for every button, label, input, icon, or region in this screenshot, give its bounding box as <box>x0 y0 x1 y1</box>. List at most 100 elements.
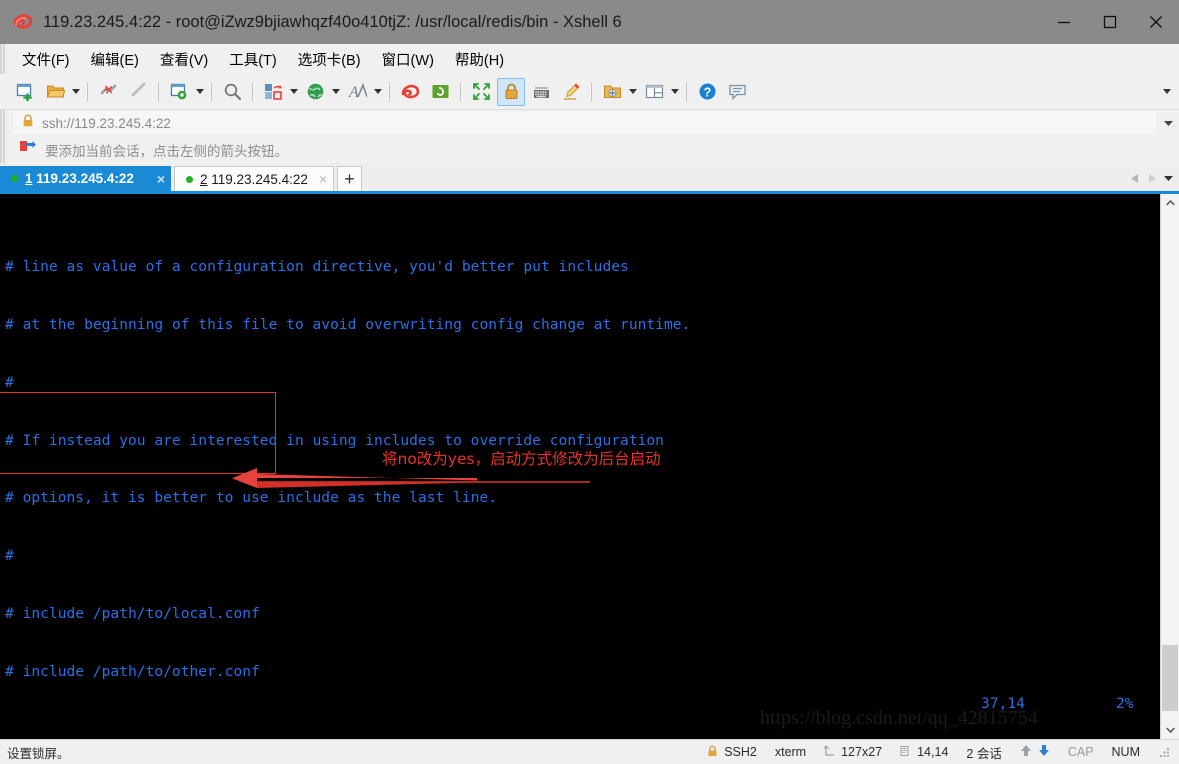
flag-arrow-icon <box>19 140 36 159</box>
find-icon[interactable] <box>218 78 246 106</box>
properties-icon[interactable] <box>165 78 193 106</box>
status-sessions: 2 会话 <box>966 746 1002 761</box>
highlight-icon[interactable] <box>557 78 585 106</box>
toolbar-separator <box>252 81 253 102</box>
terminal-line: # <box>5 373 14 391</box>
toolbar-separator <box>211 81 212 102</box>
new-tab-button[interactable]: + <box>337 166 362 191</box>
address-dropdown-icon[interactable] <box>1157 112 1179 134</box>
window-title: 119.23.245.4:22 - root@iZwz9bjiawhqzf40o… <box>43 12 622 31</box>
svg-text:A: A <box>348 84 359 101</box>
status-term-type: xterm <box>774 745 807 759</box>
font-dropdown-icon[interactable] <box>372 79 384 105</box>
transfer-dropdown-icon[interactable] <box>288 79 300 105</box>
status-transfer-indicators <box>1011 744 1059 760</box>
new-session-icon[interactable] <box>11 78 39 106</box>
menu-window[interactable]: 窗口(W) <box>382 46 445 73</box>
address-input[interactable]: ssh://119.23.245.4:22 <box>12 111 1157 135</box>
scrollbar-track[interactable] <box>1161 212 1179 721</box>
tab-session-1[interactable]: 1 119.23.245.4:22 × <box>0 166 171 191</box>
lock-icon[interactable] <box>497 77 525 106</box>
lock-icon <box>707 745 721 759</box>
toolbar-separator <box>460 81 461 102</box>
transfer-icon[interactable] <box>259 78 287 106</box>
add-folder-icon[interactable] <box>598 78 626 106</box>
toolbar-overflow-icon[interactable] <box>1159 78 1175 104</box>
tab-close-icon-2[interactable]: × <box>319 171 327 187</box>
menu-file[interactable]: 文件(F) <box>22 46 81 73</box>
tab-label-1: 1 119.23.245.4:22 <box>25 171 134 186</box>
scrollbar-down-button[interactable] <box>1161 721 1179 739</box>
layout-icon[interactable] <box>640 78 668 106</box>
annotation-text: 将no改为yes，启动方式修改为后台启动 <box>382 450 661 468</box>
tab-session-2[interactable]: 2 119.23.245.4:22 × <box>174 166 334 191</box>
disconnect-icon[interactable] <box>94 78 122 106</box>
globe-dropdown-icon[interactable] <box>330 79 342 105</box>
globe-icon[interactable] <box>301 78 329 106</box>
tab-list-dropdown-icon[interactable] <box>1160 169 1177 187</box>
title-bar: 119.23.245.4:22 - root@iZwz9bjiawhqzf40o… <box>0 0 1179 44</box>
terminal-line: # include /path/to/other.conf <box>5 663 260 681</box>
tab-bar-controls <box>1126 169 1177 187</box>
terminal-cursor-position: 37,14 <box>981 695 1025 712</box>
terminal-line: # include /path/to/local.conf <box>5 605 260 623</box>
reconnect-icon[interactable] <box>124 78 152 106</box>
minimize-button[interactable] <box>1041 0 1087 44</box>
xshell-icon <box>12 11 34 33</box>
xftp-icon[interactable] <box>426 78 454 106</box>
notice-bar: 要添加当前会话，点击左侧的箭头按钮。 <box>0 136 1179 163</box>
scrollbar-up-button[interactable] <box>1161 194 1179 212</box>
keyboard-icon[interactable] <box>527 78 555 106</box>
toolbar: A ? <box>0 74 1179 110</box>
status-num-lock: NUM <box>1111 745 1140 759</box>
terminal-line: # at the beginning of this file to avoid… <box>5 315 691 333</box>
menu-tools[interactable]: 工具(T) <box>229 46 288 73</box>
close-button[interactable] <box>1133 0 1179 44</box>
nautilus-icon[interactable] <box>396 78 424 106</box>
tab-status-dot-icon <box>186 175 193 183</box>
terminal-line: # options, it is better to use include a… <box>5 489 498 507</box>
status-message: 设置锁屏。 <box>7 746 70 761</box>
lock-icon <box>22 114 34 132</box>
terminal-area: # line as value of a configuration direc… <box>0 194 1179 739</box>
help-icon[interactable]: ? <box>693 78 721 106</box>
resize-grip-icon[interactable] <box>1149 746 1179 758</box>
toolbar-separator <box>87 81 88 102</box>
layout-dropdown-icon[interactable] <box>669 79 681 105</box>
tab-bar: 1 119.23.245.4:22 × 2 119.23.245.4:22 × … <box>0 163 1179 194</box>
status-caps-lock: CAP <box>1067 745 1094 759</box>
tab-scroll-left-icon[interactable] <box>1126 169 1143 187</box>
tab-scroll-right-icon[interactable] <box>1143 169 1160 187</box>
status-protocol-label: SSH2 <box>724 745 757 759</box>
add-folder-dropdown-icon[interactable] <box>627 79 639 105</box>
address-value: ssh://119.23.245.4:22 <box>42 115 171 131</box>
terminal-screen[interactable]: # line as value of a configuration direc… <box>0 194 1160 739</box>
window-controls <box>1041 0 1179 44</box>
font-icon[interactable]: A <box>343 78 371 106</box>
open-folder-icon[interactable] <box>41 78 69 106</box>
menu-view[interactable]: 查看(V) <box>160 46 219 73</box>
status-cursor-label: 14,14 <box>917 745 949 759</box>
download-icon <box>1038 744 1050 760</box>
tab-status-dot-icon <box>11 175 18 182</box>
status-bar: 设置锁屏。 SSH2 xterm 127x27 14,14 2 会话 CAP N… <box>0 739 1179 764</box>
resize-icon <box>823 745 838 759</box>
tab-label-2: 2 119.23.245.4:22 <box>200 171 308 187</box>
tab-close-icon-1[interactable]: × <box>157 171 165 187</box>
toolbar-separator <box>158 81 159 102</box>
toolbar-separator <box>686 81 687 102</box>
menu-edit[interactable]: 编辑(E) <box>91 46 150 73</box>
svg-text:?: ? <box>703 85 711 99</box>
notice-text: 要添加当前会话，点击左侧的箭头按钮。 <box>45 143 288 159</box>
menu-help[interactable]: 帮助(H) <box>455 46 515 73</box>
menu-tabs[interactable]: 选项卡(B) <box>298 46 372 73</box>
comment-icon[interactable] <box>723 78 751 106</box>
scrollbar-thumb[interactable] <box>1162 644 1178 711</box>
properties-dropdown-icon[interactable] <box>194 79 206 105</box>
address-bar: ssh://119.23.245.4:22 <box>0 110 1179 136</box>
open-folder-dropdown-icon[interactable] <box>70 79 82 105</box>
fullscreen-icon[interactable] <box>467 78 495 106</box>
terminal-scrollbar[interactable] <box>1160 194 1179 739</box>
maximize-button[interactable] <box>1087 0 1133 44</box>
